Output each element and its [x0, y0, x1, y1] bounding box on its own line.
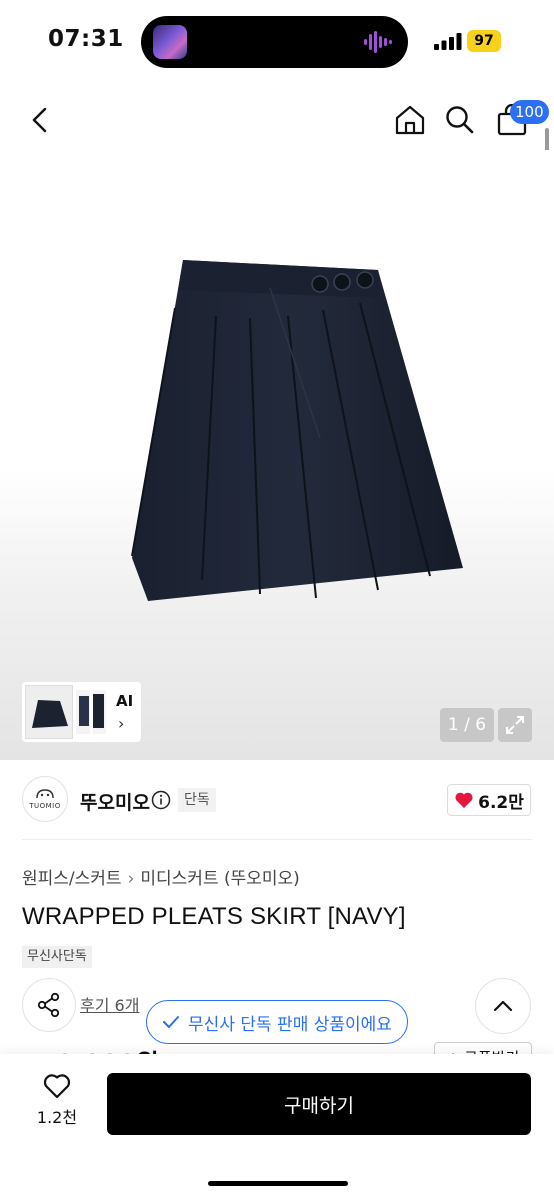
cellular-signal-icon: [434, 33, 462, 50]
section-divider: [22, 839, 532, 840]
coupon-button[interactable]: + 쿠폰받기: [434, 1042, 532, 1054]
breadcrumb-category[interactable]: 원피스/스커트: [22, 864, 122, 889]
chevron-right-icon: ›: [118, 714, 125, 733]
buy-button[interactable]: 구매하기: [107, 1073, 531, 1135]
breadcrumb-separator: ›: [127, 869, 135, 889]
dynamic-island[interactable]: [141, 16, 408, 68]
exclusive-notice-pill[interactable]: 무신사 단독 판매 상품이에요: [146, 1000, 408, 1044]
brand-like-count: 6.2만: [478, 792, 524, 813]
ai-label: AI: [116, 692, 134, 710]
audio-wave-icon: [364, 31, 392, 53]
back-icon: [32, 107, 47, 133]
brand-logo[interactable]: TUOMIO: [22, 776, 68, 822]
wishlist-count: 1.2천: [36, 1108, 78, 1127]
scroll-to-top-button[interactable]: [475, 978, 531, 1034]
exclusive-notice-text: 무신사 단독 판매 상품이에요: [188, 1014, 392, 1035]
expand-image-button[interactable]: [498, 708, 532, 742]
home-indicator: [208, 1181, 348, 1186]
cart-count-badge: 100: [510, 100, 549, 124]
product-title: WRAPPED PLEATS SKIRT [NAVY]: [22, 903, 406, 930]
top-navigation: [0, 90, 554, 150]
now-playing-artwork: [153, 25, 187, 59]
heart-filled-icon: [455, 792, 473, 808]
breadcrumb-subcategory[interactable]: 미디스커트 (뚜오미오): [140, 864, 299, 889]
search-icon: [446, 106, 474, 134]
brand-mark-icon: [36, 789, 54, 799]
thumbnail-skirt[interactable]: [25, 685, 73, 739]
search-button[interactable]: [438, 90, 482, 150]
brand-name[interactable]: 뚜오미오: [80, 788, 150, 815]
breadcrumb: 원피스/스커트 › 미디스커트 (뚜오미오): [22, 864, 300, 889]
product-image-skirt: [131, 260, 463, 601]
expand-icon: [506, 716, 524, 734]
image-page-counter: 1 / 6: [440, 708, 494, 742]
brand-exclusive-tag: 단독: [178, 788, 216, 812]
bottom-action-bar: 1.2천 구매하기: [0, 1054, 554, 1200]
status-bar: 07:31 97: [0, 0, 554, 84]
share-icon: [37, 992, 60, 1018]
exclusive-badge: 무신사단독: [22, 946, 92, 968]
info-icon[interactable]: [151, 790, 171, 810]
wishlist-button[interactable]: 1.2천: [22, 1072, 92, 1136]
brand-row: TUOMIO 뚜오미오 단독 6.2만: [0, 770, 554, 830]
heart-outline-icon: [43, 1074, 71, 1099]
product-image-gallery[interactable]: AI › 1 / 6: [0, 150, 554, 760]
check-icon: [163, 1016, 180, 1028]
share-button[interactable]: [22, 978, 76, 1032]
review-link[interactable]: 후기 6개: [80, 992, 139, 1016]
battery-indicator: 97: [467, 30, 501, 52]
status-time: 07:31: [48, 26, 124, 52]
ai-thumbnail-strip[interactable]: AI ›: [22, 682, 141, 742]
brand-like-button[interactable]: 6.2만: [447, 784, 531, 816]
back-button[interactable]: [18, 90, 62, 150]
home-button[interactable]: [388, 90, 432, 150]
home-icon: [395, 105, 425, 135]
brand-logo-text: TUOMIO: [29, 802, 61, 810]
thumbnail-model[interactable]: [76, 690, 106, 734]
chevron-up-icon: [493, 1000, 513, 1012]
product-price: 159,000원: [22, 1044, 159, 1054]
